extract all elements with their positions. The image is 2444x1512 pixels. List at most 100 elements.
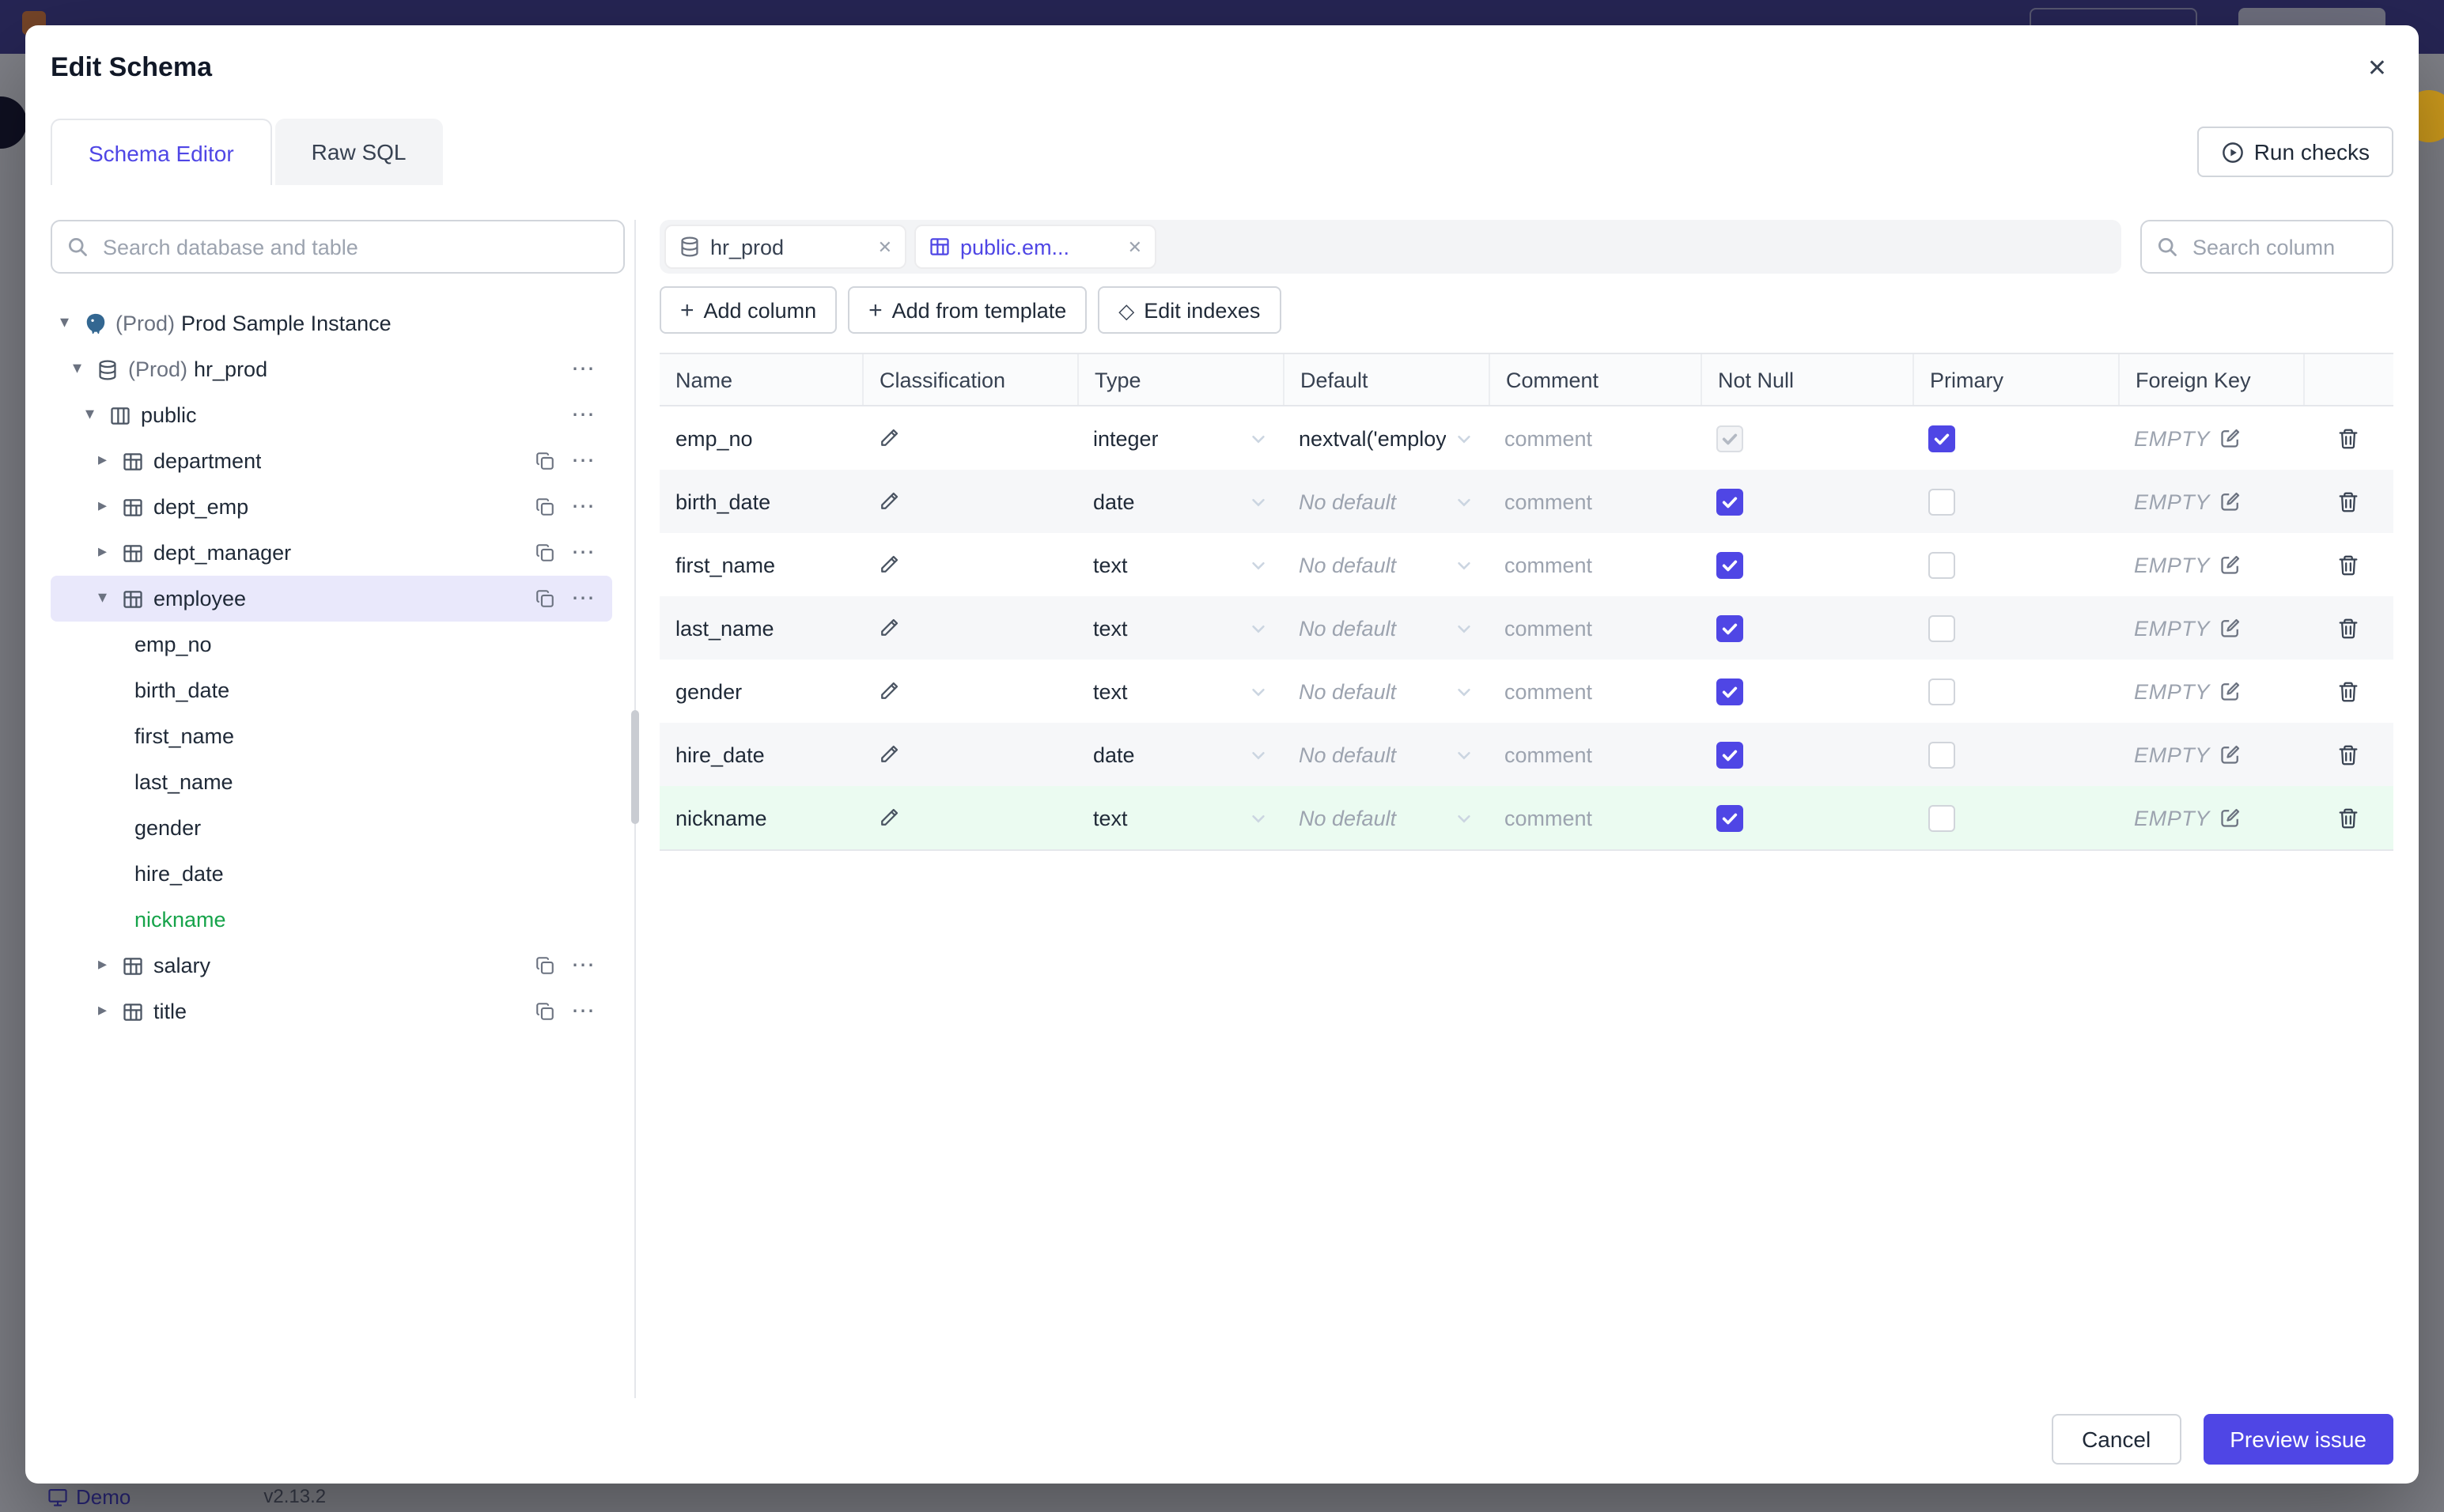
pencil-icon[interactable] (878, 490, 900, 512)
chevron-down-icon[interactable]: ▾ (73, 360, 96, 378)
column-name-cell[interactable]: gender (660, 660, 862, 723)
column-name-cell[interactable]: last_name (660, 596, 862, 660)
tree-item-prod-sample-instance[interactable]: ▾ (Prod) Prod Sample Instance (51, 301, 612, 346)
foreign-key-cell[interactable]: EMPTY (2118, 533, 2303, 596)
comment-input[interactable]: comment (1489, 470, 1701, 533)
column-name-cell[interactable]: emp_no (660, 406, 862, 470)
trash-icon[interactable] (2336, 553, 2360, 576)
checkbox-checked[interactable] (1716, 488, 1743, 515)
tab-schema-editor[interactable]: Schema Editor (51, 119, 272, 185)
checkbox-unchecked[interactable] (1928, 678, 1955, 705)
type-select[interactable]: date (1077, 723, 1283, 786)
column-name-cell[interactable]: nickname (660, 786, 862, 849)
classification-cell[interactable] (862, 406, 1077, 470)
tree-column-last_name[interactable]: last_name (51, 759, 612, 805)
foreign-key-cell[interactable]: EMPTY (2118, 660, 2303, 723)
more-icon[interactable]: ⋯ (571, 403, 596, 427)
checkbox-unchecked[interactable] (1928, 804, 1955, 831)
preview-issue-button[interactable]: Preview issue (2203, 1414, 2393, 1465)
checkbox-checked[interactable] (1716, 614, 1743, 641)
classification-cell[interactable] (862, 723, 1077, 786)
default-select[interactable]: No default (1283, 723, 1489, 786)
add-column-button[interactable]: + Add column (660, 286, 838, 334)
classification-cell[interactable] (862, 596, 1077, 660)
edit-icon[interactable] (2219, 427, 2242, 449)
tab-raw-sql[interactable]: Raw SQL (274, 119, 443, 185)
trash-icon[interactable] (2336, 490, 2360, 513)
tree-item-salary[interactable]: ▸ salary ⋯ (51, 943, 612, 988)
tab-chip-hr_prod[interactable]: hr_prod ✕ (664, 225, 906, 269)
edit-icon[interactable] (2219, 680, 2242, 702)
trash-icon[interactable] (2336, 616, 2360, 640)
checkbox-checked[interactable] (1928, 425, 1955, 452)
copy-icon[interactable] (535, 451, 555, 471)
comment-input[interactable]: comment (1489, 406, 1701, 470)
classification-cell[interactable] (862, 470, 1077, 533)
type-select[interactable]: text (1077, 596, 1283, 660)
comment-input[interactable]: comment (1489, 533, 1701, 596)
tree-item-title[interactable]: ▸ title ⋯ (51, 988, 612, 1034)
classification-cell[interactable] (862, 786, 1077, 849)
checkbox-checked[interactable] (1716, 804, 1743, 831)
comment-input[interactable]: comment (1489, 660, 1701, 723)
tree-column-gender[interactable]: gender (51, 805, 612, 851)
column-name-cell[interactable]: first_name (660, 533, 862, 596)
edit-icon[interactable] (2219, 554, 2242, 576)
default-select[interactable]: No default (1283, 660, 1489, 723)
checkbox-unchecked[interactable] (1928, 614, 1955, 641)
tree-item-hr_prod[interactable]: ▾ (Prod) hr_prod ⋯ (51, 346, 612, 392)
comment-input[interactable]: comment (1489, 786, 1701, 849)
type-select[interactable]: text (1077, 533, 1283, 596)
pencil-icon[interactable] (878, 554, 900, 576)
pencil-icon[interactable] (878, 427, 900, 449)
foreign-key-cell[interactable]: EMPTY (2118, 786, 2303, 849)
checkbox-unchecked[interactable] (1928, 488, 1955, 515)
tree-item-dept_emp[interactable]: ▸ dept_emp ⋯ (51, 484, 612, 530)
add-from-template-button[interactable]: + Add from template (848, 286, 1088, 334)
foreign-key-cell[interactable]: EMPTY (2118, 406, 2303, 470)
chevron-right-icon[interactable]: ▸ (98, 1002, 122, 1020)
tree-column-nickname[interactable]: nickname (51, 897, 612, 943)
pencil-icon[interactable] (878, 743, 900, 765)
copy-icon[interactable] (535, 542, 555, 563)
column-name-cell[interactable]: birth_date (660, 470, 862, 533)
default-select[interactable]: No default (1283, 786, 1489, 849)
tree-item-department[interactable]: ▸ department ⋯ (51, 438, 612, 484)
close-icon[interactable]: ✕ (1128, 236, 1142, 257)
chevron-down-icon[interactable]: ▾ (60, 314, 84, 332)
checkbox-unchecked[interactable] (1928, 551, 1955, 578)
chevron-down-icon[interactable]: ▾ (98, 589, 122, 607)
more-icon[interactable]: ⋯ (571, 357, 596, 381)
edit-icon[interactable] (2219, 490, 2242, 512)
type-select[interactable]: text (1077, 660, 1283, 723)
tree-column-birth_date[interactable]: birth_date (51, 667, 612, 713)
comment-input[interactable]: comment (1489, 596, 1701, 660)
checkbox-unchecked[interactable] (1928, 741, 1955, 768)
trash-icon[interactable] (2336, 679, 2360, 703)
more-icon[interactable]: ⋯ (571, 954, 596, 977)
chevron-right-icon[interactable]: ▸ (98, 543, 122, 561)
chevron-down-icon[interactable]: ▾ (85, 406, 109, 424)
default-select[interactable]: No default (1283, 533, 1489, 596)
edit-icon[interactable] (2219, 617, 2242, 639)
edit-icon[interactable] (2219, 807, 2242, 829)
default-select[interactable]: No default (1283, 596, 1489, 660)
pencil-icon[interactable] (878, 807, 900, 829)
default-select[interactable]: No default (1283, 470, 1489, 533)
edit-icon[interactable] (2219, 743, 2242, 765)
classification-cell[interactable] (862, 660, 1077, 723)
type-select[interactable]: text (1077, 786, 1283, 849)
edit-indexes-button[interactable]: ◇ Edit indexes (1098, 286, 1281, 334)
default-select[interactable]: nextval('employ (1283, 406, 1489, 470)
trash-icon[interactable] (2336, 743, 2360, 766)
column-name-cell[interactable]: hire_date (660, 723, 862, 786)
tree-column-hire_date[interactable]: hire_date (51, 851, 612, 897)
chevron-right-icon[interactable]: ▸ (98, 452, 122, 470)
copy-icon[interactable] (535, 1001, 555, 1022)
tree-item-employee[interactable]: ▾ employee ⋯ (51, 576, 612, 622)
pencil-icon[interactable] (878, 617, 900, 639)
database-search-input[interactable] (51, 220, 625, 274)
close-icon[interactable]: ✕ (878, 236, 892, 257)
foreign-key-cell[interactable]: EMPTY (2118, 470, 2303, 533)
type-select[interactable]: integer (1077, 406, 1283, 470)
